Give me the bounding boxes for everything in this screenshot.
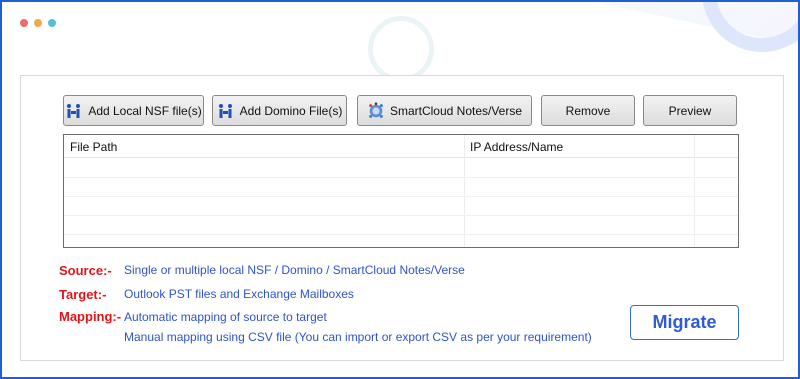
background-ring-decoration [702, 2, 798, 52]
target-label: Target:- [59, 287, 107, 302]
main-panel: Add Local NSF file(s) Add Domino File(s) [20, 75, 784, 361]
mapping-line-1: Automatic mapping of source to target [124, 310, 327, 324]
remove-button[interactable]: Remove [541, 95, 635, 126]
column-header-file-path[interactable]: File Path [70, 140, 117, 154]
app-window: Add Local NSF file(s) Add Domino File(s) [0, 0, 800, 379]
column-header-ip-address[interactable]: IP Address/Name [470, 140, 563, 154]
source-label: Source:- [59, 263, 112, 278]
mapping-label: Mapping:- [59, 309, 122, 324]
preview-label: Preview [668, 103, 712, 118]
add-domino-button[interactable]: Add Domino File(s) [212, 95, 347, 126]
close-dot[interactable] [20, 19, 28, 27]
smartcloud-label: SmartCloud Notes/Verse [389, 103, 523, 118]
preview-button[interactable]: Preview [643, 95, 737, 126]
lotus-notes-icon [217, 102, 235, 120]
column-divider [464, 135, 465, 247]
table-header: File Path IP Address/Name [64, 135, 738, 158]
mapping-line-2: Manual mapping using CSV file (You can i… [124, 330, 592, 344]
maximize-dot[interactable] [48, 19, 56, 27]
migrate-button[interactable]: Migrate [630, 305, 739, 340]
source-text: Single or multiple local NSF / Domino / … [124, 263, 465, 277]
remove-label: Remove [565, 103, 611, 118]
lotus-notes-icon [65, 102, 83, 120]
migrate-label: Migrate [652, 312, 717, 332]
add-domino-label: Add Domino File(s) [239, 103, 343, 118]
column-divider [694, 135, 695, 247]
minimize-dot[interactable] [34, 19, 42, 27]
row-divider [64, 215, 738, 216]
file-table[interactable]: File Path IP Address/Name [63, 134, 739, 248]
smartcloud-globe-icon [367, 102, 385, 120]
target-text: Outlook PST files and Exchange Mailboxes [124, 287, 354, 301]
background-ring-decoration [368, 16, 434, 82]
row-divider [64, 196, 738, 197]
row-divider [64, 177, 738, 178]
smartcloud-button[interactable]: SmartCloud Notes/Verse [357, 95, 532, 126]
add-local-nsf-button[interactable]: Add Local NSF file(s) [63, 95, 204, 126]
row-divider [64, 234, 738, 235]
add-local-nsf-label: Add Local NSF file(s) [88, 103, 202, 118]
window-controls [20, 19, 56, 27]
